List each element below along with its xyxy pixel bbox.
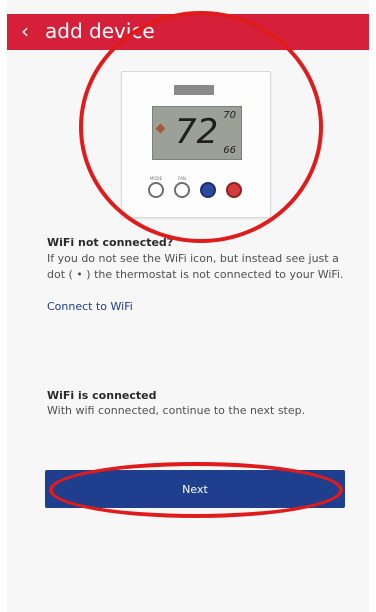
highlight-ring-thermostat	[79, 11, 323, 243]
wifi-not-connected-text: If you do not see the WiFi icon, but ins…	[47, 252, 344, 281]
app-screen: ‹ add device 72 70 66 MODE FAN WiFi not …	[7, 0, 369, 612]
back-chevron-icon[interactable]: ‹	[21, 20, 29, 42]
wifi-connected-heading: WiFi is connected	[47, 389, 157, 402]
connect-to-wifi-link[interactable]: Connect to WiFi	[47, 300, 133, 313]
highlight-ring-next	[49, 462, 343, 518]
wifi-connected-text: With wifi connected, continue to the nex…	[47, 404, 306, 417]
wifi-not-connected-heading: WiFi not connected?	[47, 236, 174, 249]
